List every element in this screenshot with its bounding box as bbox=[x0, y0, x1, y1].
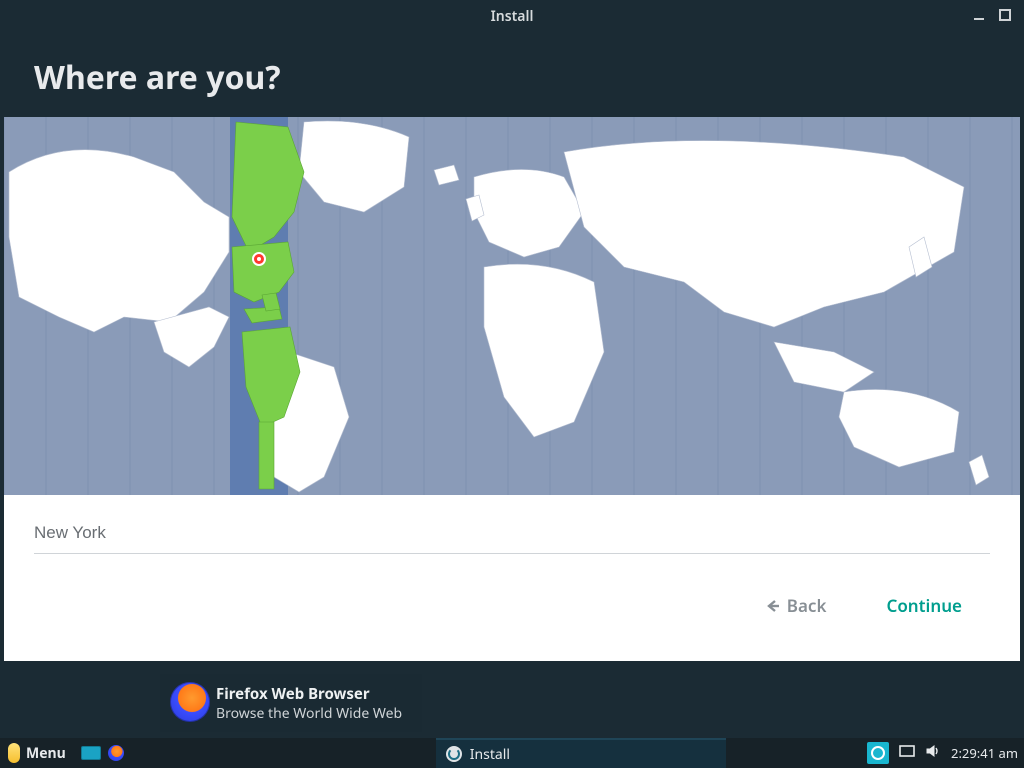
tooltip-title: Firefox Web Browser bbox=[216, 684, 402, 704]
tray-app-icon[interactable] bbox=[867, 742, 889, 764]
firefox-tooltip: Firefox Web Browser Browse the World Wid… bbox=[160, 674, 422, 732]
taskbar-task-install[interactable]: Install bbox=[436, 738, 726, 768]
back-button[interactable]: Back bbox=[765, 594, 827, 617]
system-tray: 2:29:41 am bbox=[867, 738, 1018, 768]
continue-label: Continue bbox=[886, 594, 962, 617]
taskbar: Menu Install 2:29:41 am bbox=[0, 738, 1024, 768]
show-desktop-tray-icon[interactable] bbox=[899, 743, 915, 764]
arrow-left-icon bbox=[765, 598, 781, 614]
maximize-icon[interactable] bbox=[996, 6, 1014, 24]
installer-window: Install Where are you? bbox=[4, 0, 1020, 690]
install-task-icon bbox=[446, 746, 462, 762]
world-map-svg bbox=[4, 117, 1020, 495]
page-heading: Where are you? bbox=[4, 32, 1020, 117]
minimize-icon[interactable] bbox=[970, 6, 988, 24]
install-task-label: Install bbox=[470, 745, 510, 764]
location-input[interactable] bbox=[34, 517, 990, 554]
window-controls bbox=[970, 6, 1014, 24]
firefox-icon bbox=[170, 682, 210, 722]
volume-icon[interactable] bbox=[925, 743, 941, 764]
show-desktop-icon[interactable] bbox=[80, 743, 102, 763]
location-pin-icon bbox=[251, 250, 267, 266]
titlebar[interactable]: Install bbox=[4, 0, 1020, 32]
menu-label: Menu bbox=[26, 744, 66, 763]
continue-button[interactable]: Continue bbox=[886, 594, 962, 617]
tooltip-subtitle: Browse the World Wide Web bbox=[216, 704, 402, 723]
back-label: Back bbox=[787, 594, 827, 617]
bottom-panel: Back Continue bbox=[4, 495, 1020, 661]
clock[interactable]: 2:29:41 am bbox=[951, 744, 1018, 762]
menu-button[interactable]: Menu bbox=[0, 738, 76, 768]
window-title: Install bbox=[491, 7, 534, 26]
timezone-map[interactable] bbox=[4, 117, 1020, 495]
firefox-launcher-icon[interactable] bbox=[108, 745, 124, 761]
nav-buttons: Back Continue bbox=[34, 594, 990, 617]
menu-icon bbox=[8, 743, 20, 763]
